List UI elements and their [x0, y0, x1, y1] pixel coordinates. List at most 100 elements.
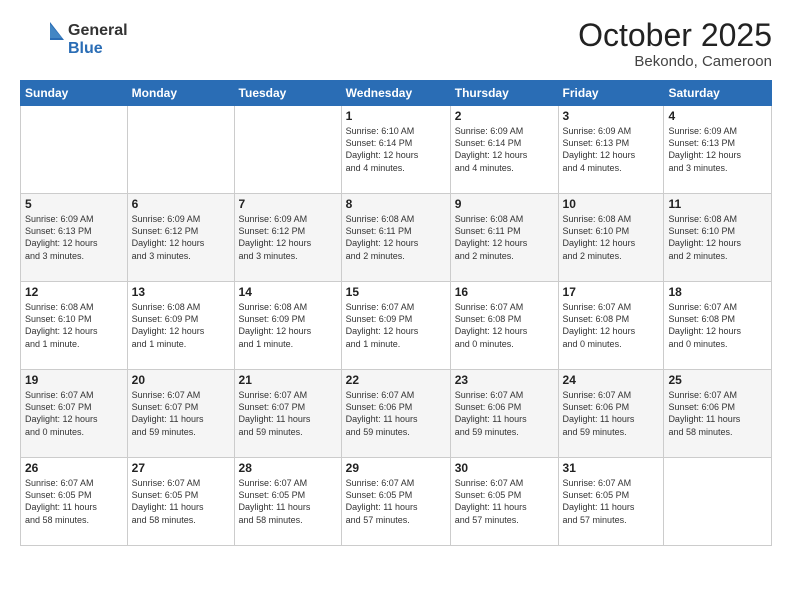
day-info: Sunrise: 6:08 AM Sunset: 6:10 PM Dayligh…	[668, 213, 767, 262]
calendar-cell: 17 Sunrise: 6:07 AM Sunset: 6:08 PM Dayli…	[558, 282, 664, 370]
day-number: 28	[239, 461, 337, 475]
day-number: 3	[563, 109, 660, 123]
calendar-cell: 14Sunrise: 6:08 AM Sunset: 6:09 PM Dayli…	[234, 282, 341, 370]
day-number: 2	[455, 109, 554, 123]
col-friday: Friday	[558, 81, 664, 106]
calendar-cell: 11 Sunrise: 6:08 AM Sunset: 6:10 PM Dayli…	[664, 194, 772, 282]
day-info: Sunrise: 6:07 AM Sunset: 6:09 PM Dayligh…	[346, 301, 446, 350]
calendar-cell: 5 Sunrise: 6:09 AM Sunset: 6:13 PM Daylig…	[21, 194, 128, 282]
day-number: 8	[346, 197, 446, 211]
calendar-cell: 12 Sunrise: 6:08 AM Sunset: 6:10 PM Dayli…	[21, 282, 128, 370]
calendar-cell: 2 Sunrise: 6:09 AM Sunset: 6:14 PM Daylig…	[450, 106, 558, 194]
day-info: Sunrise: 6:09 AM Sunset: 6:13 PM Dayligh…	[25, 213, 123, 262]
day-number: 21	[239, 373, 337, 387]
day-info: Sunrise: 6:08 AM Sunset: 6:09 PM Dayligh…	[132, 301, 230, 350]
calendar-cell: 26 Sunrise: 6:07 AM Sunset: 6:05 PM Dayli…	[21, 458, 128, 546]
day-info: Sunrise: 6:09 AM Sunset: 6:13 PM Dayligh…	[563, 125, 660, 174]
day-info: Sunrise: 6:07 AM Sunset: 6:07 PM Dayligh…	[239, 389, 337, 438]
col-tuesday: Tuesday	[234, 81, 341, 106]
calendar-cell	[664, 458, 772, 546]
calendar-cell: 4 Sunrise: 6:09 AM Sunset: 6:13 PM Daylig…	[664, 106, 772, 194]
day-info: Sunrise: 6:08 AM Sunset: 6:10 PM Dayligh…	[563, 213, 660, 262]
day-number: 16	[455, 285, 554, 299]
calendar-cell: 7Sunrise: 6:09 AM Sunset: 6:12 PM Daylig…	[234, 194, 341, 282]
day-number: 18	[668, 285, 767, 299]
day-info: Sunrise: 6:07 AM Sunset: 6:05 PM Dayligh…	[25, 477, 123, 526]
logo-blue: Blue	[68, 40, 128, 58]
calendar-cell: 24Sunrise: 6:07 AM Sunset: 6:06 PM Dayli…	[558, 370, 664, 458]
day-info: Sunrise: 6:07 AM Sunset: 6:06 PM Dayligh…	[455, 389, 554, 438]
calendar-cell: 28 Sunrise: 6:07 AM Sunset: 6:05 PM Dayli…	[234, 458, 341, 546]
calendar-header-row: Sunday Monday Tuesday Wednesday Thursday…	[21, 81, 772, 106]
day-info: Sunrise: 6:07 AM Sunset: 6:08 PM Dayligh…	[668, 301, 767, 350]
calendar-cell	[234, 106, 341, 194]
day-info: Sunrise: 6:07 AM Sunset: 6:05 PM Dayligh…	[563, 477, 660, 526]
day-info: Sunrise: 6:08 AM Sunset: 6:11 PM Dayligh…	[455, 213, 554, 262]
calendar-cell: 13 Sunrise: 6:08 AM Sunset: 6:09 PM Dayli…	[127, 282, 234, 370]
calendar-cell: 27Sunrise: 6:07 AM Sunset: 6:05 PM Dayli…	[127, 458, 234, 546]
calendar-cell: 19Sunrise: 6:07 AM Sunset: 6:07 PM Dayli…	[21, 370, 128, 458]
day-number: 9	[455, 197, 554, 211]
calendar-cell	[127, 106, 234, 194]
day-info: Sunrise: 6:09 AM Sunset: 6:12 PM Dayligh…	[239, 213, 337, 262]
logo: General Blue	[20, 18, 128, 62]
day-number: 6	[132, 197, 230, 211]
calendar-cell: 16 Sunrise: 6:07 AM Sunset: 6:08 PM Dayli…	[450, 282, 558, 370]
day-number: 30	[455, 461, 554, 475]
calendar-week-row: 5 Sunrise: 6:09 AM Sunset: 6:13 PM Daylig…	[21, 194, 772, 282]
calendar-cell: 1Sunrise: 6:10 AM Sunset: 6:14 PM Daylig…	[341, 106, 450, 194]
calendar-cell: 10Sunrise: 6:08 AM Sunset: 6:10 PM Dayli…	[558, 194, 664, 282]
calendar-cell: 25 Sunrise: 6:07 AM Sunset: 6:06 PM Dayli…	[664, 370, 772, 458]
day-number: 12	[25, 285, 123, 299]
day-number: 15	[346, 285, 446, 299]
day-info: Sunrise: 6:08 AM Sunset: 6:10 PM Dayligh…	[25, 301, 123, 350]
calendar-cell: 15 Sunrise: 6:07 AM Sunset: 6:09 PM Dayli…	[341, 282, 450, 370]
day-number: 27	[132, 461, 230, 475]
location-title: Bekondo, Cameroon	[578, 53, 772, 70]
calendar-cell: 3 Sunrise: 6:09 AM Sunset: 6:13 PM Daylig…	[558, 106, 664, 194]
day-info: Sunrise: 6:07 AM Sunset: 6:08 PM Dayligh…	[455, 301, 554, 350]
col-monday: Monday	[127, 81, 234, 106]
day-info: Sunrise: 6:07 AM Sunset: 6:05 PM Dayligh…	[239, 477, 337, 526]
day-number: 25	[668, 373, 767, 387]
calendar-cell: 29Sunrise: 6:07 AM Sunset: 6:05 PM Dayli…	[341, 458, 450, 546]
page: General Blue October 2025 Bekondo, Camer…	[0, 0, 792, 612]
col-thursday: Thursday	[450, 81, 558, 106]
calendar-cell: 21 Sunrise: 6:07 AM Sunset: 6:07 PM Dayli…	[234, 370, 341, 458]
col-sunday: Sunday	[21, 81, 128, 106]
day-info: Sunrise: 6:10 AM Sunset: 6:14 PM Dayligh…	[346, 125, 446, 174]
calendar-cell: 18 Sunrise: 6:07 AM Sunset: 6:08 PM Dayli…	[664, 282, 772, 370]
day-number: 13	[132, 285, 230, 299]
calendar-cell: 6 Sunrise: 6:09 AM Sunset: 6:12 PM Daylig…	[127, 194, 234, 282]
day-info: Sunrise: 6:09 AM Sunset: 6:14 PM Dayligh…	[455, 125, 554, 174]
day-info: Sunrise: 6:08 AM Sunset: 6:11 PM Dayligh…	[346, 213, 446, 262]
day-info: Sunrise: 6:09 AM Sunset: 6:12 PM Dayligh…	[132, 213, 230, 262]
day-number: 11	[668, 197, 767, 211]
calendar-week-row: 1Sunrise: 6:10 AM Sunset: 6:14 PM Daylig…	[21, 106, 772, 194]
calendar-cell: 23Sunrise: 6:07 AM Sunset: 6:06 PM Dayli…	[450, 370, 558, 458]
calendar-cell: 9 Sunrise: 6:08 AM Sunset: 6:11 PM Daylig…	[450, 194, 558, 282]
day-number: 14	[239, 285, 337, 299]
day-number: 26	[25, 461, 123, 475]
day-info: Sunrise: 6:07 AM Sunset: 6:05 PM Dayligh…	[346, 477, 446, 526]
day-info: Sunrise: 6:07 AM Sunset: 6:08 PM Dayligh…	[563, 301, 660, 350]
title-block: October 2025 Bekondo, Cameroon	[578, 18, 772, 70]
col-wednesday: Wednesday	[341, 81, 450, 106]
col-saturday: Saturday	[664, 81, 772, 106]
day-number: 5	[25, 197, 123, 211]
day-number: 31	[563, 461, 660, 475]
day-number: 19	[25, 373, 123, 387]
day-info: Sunrise: 6:07 AM Sunset: 6:07 PM Dayligh…	[132, 389, 230, 438]
day-info: Sunrise: 6:07 AM Sunset: 6:06 PM Dayligh…	[346, 389, 446, 438]
day-number: 22	[346, 373, 446, 387]
logo-general: General	[68, 22, 128, 40]
day-info: Sunrise: 6:07 AM Sunset: 6:06 PM Dayligh…	[668, 389, 767, 438]
calendar-cell: 31 Sunrise: 6:07 AM Sunset: 6:05 PM Dayli…	[558, 458, 664, 546]
calendar-cell: 30 Sunrise: 6:07 AM Sunset: 6:05 PM Dayli…	[450, 458, 558, 546]
day-info: Sunrise: 6:09 AM Sunset: 6:13 PM Dayligh…	[668, 125, 767, 174]
day-number: 20	[132, 373, 230, 387]
day-info: Sunrise: 6:07 AM Sunset: 6:05 PM Dayligh…	[455, 477, 554, 526]
calendar-cell	[21, 106, 128, 194]
day-number: 17	[563, 285, 660, 299]
day-number: 4	[668, 109, 767, 123]
